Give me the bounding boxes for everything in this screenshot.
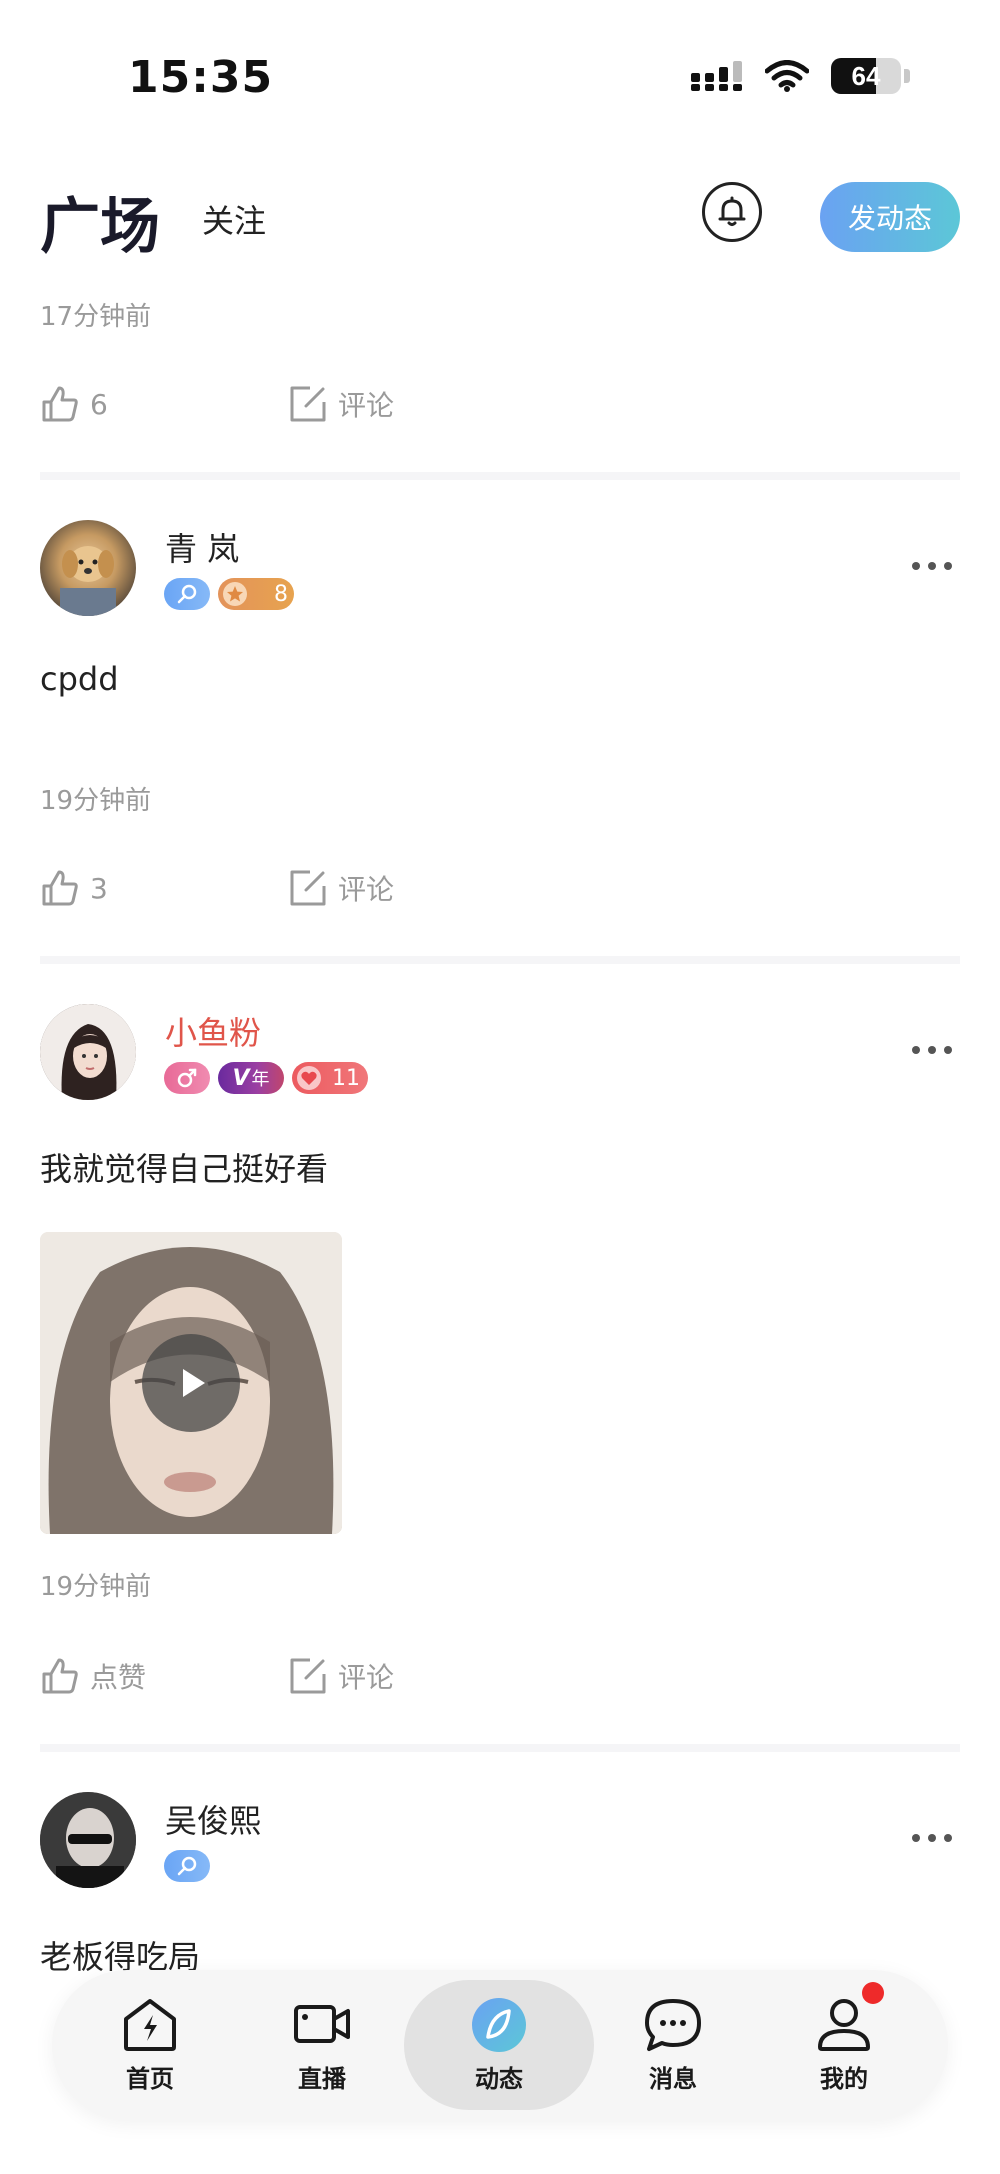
like-label: 点赞 [90, 1661, 147, 1694]
star-icon [223, 582, 247, 606]
nav-label: 直播 [298, 2064, 346, 2093]
dot [912, 562, 920, 570]
more-options-button[interactable] [912, 1834, 952, 1842]
level-value: 8 [274, 581, 288, 607]
nav-label: 首页 [126, 2064, 174, 2093]
female-icon [177, 1856, 197, 1876]
heart-icon [297, 1066, 321, 1090]
gender-female-badge [164, 578, 210, 610]
nav-item-feed[interactable]: 动态 [429, 1970, 569, 2120]
dog-avatar-image [60, 546, 116, 616]
status-bar: 15:35 64 [0, 0, 1000, 160]
dot [944, 562, 952, 570]
vip-year-badge: V 年 [218, 1062, 284, 1094]
tab-square[interactable]: 广场 [40, 178, 160, 265]
status-time: 15:35 [128, 52, 274, 103]
level-badge: 8 [218, 578, 294, 610]
gender-female-badge [164, 1850, 210, 1882]
dot [912, 1046, 920, 1054]
nav-label: 我的 [820, 2064, 868, 2093]
post-content: cpdd [40, 660, 119, 698]
tab-follow[interactable]: 关注 [202, 196, 266, 242]
dot [928, 1046, 936, 1054]
comment-button[interactable]: 评论 [288, 384, 394, 424]
male-icon [177, 1068, 197, 1088]
bald-man-avatar-image [40, 1792, 136, 1888]
comment-label: 评论 [338, 389, 395, 422]
nav-item-home[interactable]: 首页 [80, 1970, 220, 2120]
comment-button[interactable]: 评论 [288, 868, 394, 908]
edit-icon [290, 386, 326, 422]
dot [944, 1046, 952, 1054]
level-value: 11 [332, 1065, 360, 1091]
like-count: 3 [90, 871, 108, 905]
avatar[interactable] [40, 1004, 136, 1100]
divider [40, 1744, 960, 1752]
user-badges: 8 [164, 578, 294, 610]
dot [912, 1834, 920, 1842]
battery-level: 64 [851, 60, 881, 91]
notification-dot [862, 1982, 884, 2004]
user-icon [818, 1998, 870, 2051]
gender-male-badge [164, 1062, 210, 1094]
dot [944, 1834, 952, 1842]
like-button[interactable]: 3 [40, 868, 108, 908]
avatar[interactable] [40, 520, 136, 616]
play-button[interactable] [142, 1334, 240, 1432]
thumbs-up-icon [42, 1658, 78, 1694]
home-bolt-icon [124, 1998, 176, 2051]
post-content: 我就觉得自己挺好看 [40, 1150, 329, 1188]
signal-icon [691, 61, 742, 91]
girl-avatar-image [40, 1004, 136, 1100]
like-button[interactable]: 6 [40, 384, 108, 424]
user-badges: V 年 11 [164, 1062, 368, 1094]
dot [928, 562, 936, 570]
play-icon [183, 1369, 205, 1397]
video-camera-icon [294, 2004, 350, 2043]
username[interactable]: 小鱼粉 [165, 1008, 261, 1054]
thumbs-up-icon [42, 870, 78, 906]
bell-icon [718, 196, 746, 226]
dot [928, 1834, 936, 1842]
nav-label: 动态 [475, 2064, 523, 2093]
user-badges [164, 1850, 210, 1882]
battery-indicator: 64 [831, 58, 901, 94]
post-time: 19分钟前 [40, 786, 152, 816]
post-button[interactable]: 发动态 [820, 182, 960, 252]
chat-bubble-icon [645, 1998, 701, 2051]
divider [40, 472, 960, 480]
video-thumbnail[interactable] [40, 1232, 342, 1534]
more-options-button[interactable] [912, 562, 952, 570]
female-icon [177, 584, 197, 604]
thumbs-up-icon [42, 386, 78, 422]
vip-label: 年 [251, 1069, 270, 1090]
nav-item-profile[interactable]: 我的 [774, 1970, 914, 2120]
bottom-nav: 首页 直播 动态 消息 我的 [52, 1970, 948, 2120]
nav-item-messages[interactable]: 消息 [603, 1970, 743, 2120]
post-time: 19分钟前 [40, 1572, 152, 1602]
comment-label: 评论 [338, 1661, 395, 1694]
page-header: 广场 关注 发动态 [0, 170, 1000, 280]
like-count: 6 [90, 387, 108, 421]
nav-item-live[interactable]: 直播 [252, 1970, 392, 2120]
comment-label: 评论 [338, 873, 395, 906]
wifi-icon [765, 60, 809, 92]
vip-v-icon: V [232, 1065, 250, 1091]
status-icons: 64 [691, 58, 910, 94]
like-button[interactable]: 点赞 [40, 1656, 146, 1696]
avatar[interactable] [40, 1792, 136, 1888]
username[interactable]: 吴俊熙 [165, 1796, 261, 1842]
post-time: 17分钟前 [40, 302, 152, 332]
nav-label: 消息 [649, 2064, 697, 2093]
edit-icon [290, 1658, 326, 1694]
username[interactable]: 青 岚 [165, 524, 239, 570]
comment-button[interactable]: 评论 [288, 1656, 394, 1696]
charm-level-badge: 11 [292, 1062, 368, 1094]
divider [40, 956, 960, 964]
notification-button[interactable] [702, 182, 762, 242]
compass-leaf-icon [472, 1997, 526, 2052]
battery-cap [904, 69, 910, 83]
more-options-button[interactable] [912, 1046, 952, 1054]
edit-icon [290, 870, 326, 906]
